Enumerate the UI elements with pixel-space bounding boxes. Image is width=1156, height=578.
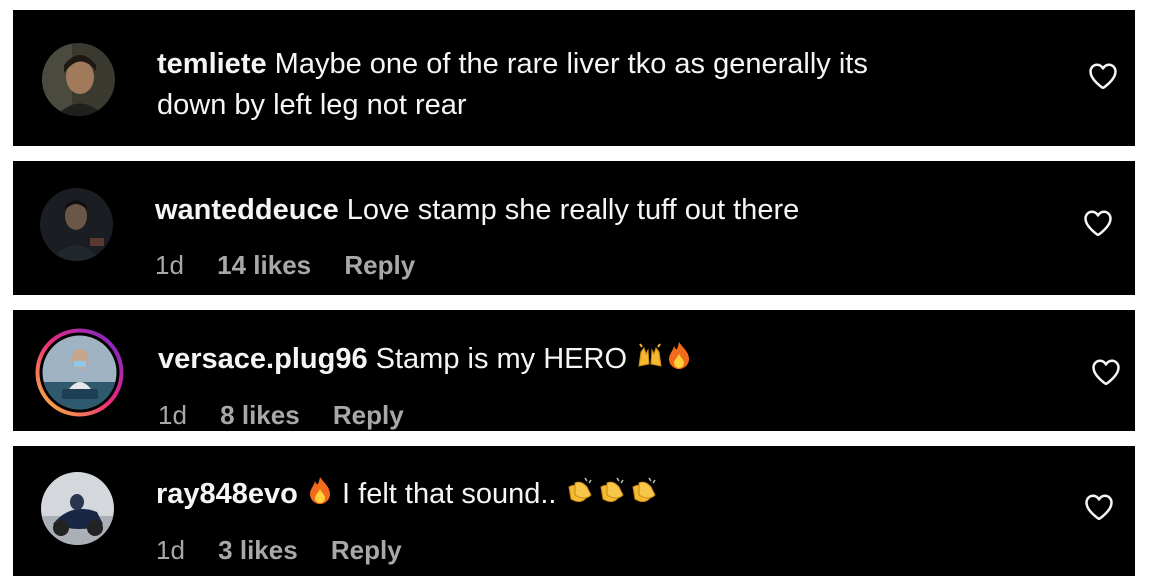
heart-outline-icon[interactable]: [1091, 358, 1121, 386]
reply-button[interactable]: Reply: [331, 535, 402, 565]
avatar-with-story-ring[interactable]: [34, 327, 125, 418]
comment-text-continued: down by left leg not rear: [157, 85, 467, 125]
avatar[interactable]: [40, 188, 113, 261]
username[interactable]: temliete: [157, 48, 267, 80]
comment-body: Stamp is my HERO: [375, 343, 628, 375]
reply-button[interactable]: Reply: [333, 400, 404, 430]
username[interactable]: versace.plug96: [158, 343, 368, 375]
comment-card: wanteddeuce Love stamp she really tuff o…: [13, 161, 1135, 295]
comment-body: Maybe one of the rare liver tko as gener…: [274, 48, 868, 80]
comment-meta: 1d 8 likes Reply: [158, 400, 404, 430]
comment-text: temliete Maybe one of the rare liver tko…: [157, 44, 868, 84]
heart-outline-icon[interactable]: [1084, 493, 1114, 521]
clapping-hands-emoji: [565, 475, 597, 516]
comment-text: versace.plug96 Stamp is my HERO: [158, 339, 693, 381]
comment-text: ray848evo I felt that sound..: [156, 474, 661, 516]
comment-date: 1d: [155, 250, 184, 280]
username[interactable]: wanteddeuce: [155, 194, 339, 226]
fire-emoji: [306, 475, 334, 516]
avatar[interactable]: [42, 43, 115, 116]
username[interactable]: ray848evo: [156, 478, 298, 510]
clapping-hands-emoji: [629, 475, 661, 516]
comment-meta: 1d 14 likes Reply: [155, 250, 415, 280]
likes-count[interactable]: 14 likes: [217, 250, 311, 280]
comment-date: 1d: [158, 400, 187, 430]
comment-meta: 1d 3 likes Reply: [156, 535, 402, 565]
comment-body: Love stamp she really tuff out there: [346, 194, 800, 226]
comment-date: 1d: [156, 535, 185, 565]
likes-count[interactable]: 8 likes: [220, 400, 300, 430]
clapping-hands-emoji: [597, 475, 629, 516]
likes-count[interactable]: 3 likes: [218, 535, 298, 565]
avatar[interactable]: [41, 472, 114, 545]
raised-hands-emoji: [635, 340, 665, 381]
comment-text: wanteddeuce Love stamp she really tuff o…: [155, 190, 799, 230]
comment-card: versace.plug96 Stamp is my HERO 1d 8 lik…: [13, 310, 1135, 431]
comment-card: ray848evo I felt that sound.. 1d 3 likes…: [13, 446, 1135, 576]
heart-outline-icon[interactable]: [1083, 209, 1113, 237]
comment-body: I felt that sound..: [342, 478, 557, 510]
reply-button[interactable]: Reply: [344, 250, 415, 280]
comment-body: down by left leg not rear: [157, 89, 467, 121]
comment-card: temliete Maybe one of the rare liver tko…: [13, 10, 1135, 146]
heart-outline-icon[interactable]: [1088, 62, 1118, 90]
fire-emoji: [665, 340, 693, 381]
